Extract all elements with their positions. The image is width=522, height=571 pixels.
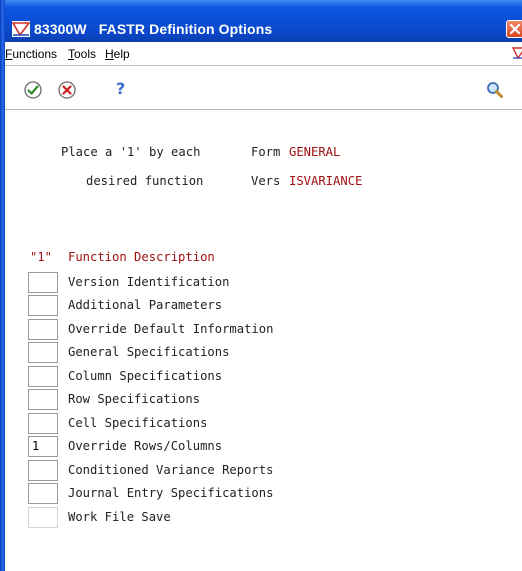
function-label: Additional Parameters — [68, 298, 223, 312]
selection-field-conditioned-variance-reports[interactable] — [28, 460, 58, 481]
column-header-description: Function Description — [68, 250, 215, 264]
function-label: Work File Save — [68, 510, 171, 524]
form-content: Place a '1' by each desired function For… — [5, 110, 522, 571]
menu-bar: Functions Tools Help — [5, 42, 522, 66]
check-circle-icon[interactable] — [23, 80, 43, 100]
menu-functions[interactable]: Functions — [5, 47, 57, 61]
vers-label: Vers — [251, 174, 281, 188]
menu-tools[interactable]: Tools — [68, 47, 96, 61]
close-button[interactable] — [506, 20, 522, 38]
selection-field-general-specifications[interactable] — [28, 342, 58, 363]
function-label: Journal Entry Specifications — [68, 486, 274, 500]
function-label: Conditioned Variance Reports — [68, 463, 274, 477]
vers-value: ISVARIANCE — [289, 174, 363, 188]
selection-field-override-default-information[interactable] — [28, 319, 58, 340]
app-logo-icon — [12, 21, 30, 37]
function-label: Override Default Information — [68, 322, 274, 336]
function-label: Version Identification — [68, 275, 230, 289]
function-label: General Specifications — [68, 345, 230, 359]
selection-field-journal-entry-specifications[interactable] — [28, 483, 58, 504]
instruction-line-2: desired function — [86, 174, 204, 188]
selection-field-override-rows-columns[interactable]: 1 — [28, 436, 58, 457]
window-title: 83300W FASTR Definition Options — [34, 21, 273, 37]
selection-field-additional-parameters[interactable] — [28, 295, 58, 316]
window-frame-left — [0, 0, 5, 571]
brand-logo-icon — [512, 47, 522, 60]
function-label: Column Specifications — [68, 369, 223, 383]
help-icon[interactable]: ? — [116, 79, 125, 98]
selection-field-column-specifications[interactable] — [28, 366, 58, 387]
form-value: GENERAL — [289, 145, 341, 159]
form-label: Form — [251, 145, 281, 159]
title-bar[interactable]: 83300W FASTR Definition Options — [0, 0, 522, 42]
x-circle-icon[interactable] — [57, 80, 77, 100]
close-icon — [509, 23, 521, 35]
app-window: 83300W FASTR Definition Options Function… — [0, 0, 522, 571]
selection-field-row-specifications[interactable] — [28, 389, 58, 410]
magnifier-icon[interactable] — [485, 80, 505, 100]
selection-field-work-file-save[interactable] — [28, 507, 58, 528]
function-label: Override Rows/Columns — [68, 439, 223, 453]
column-header-selection: "1" — [30, 250, 53, 264]
selection-field-version-identification[interactable] — [28, 272, 58, 293]
function-label: Row Specifications — [68, 392, 201, 406]
selection-field-cell-specifications[interactable] — [28, 413, 58, 434]
toolbar: ? — [5, 66, 522, 110]
menu-help[interactable]: Help — [105, 47, 130, 61]
function-label: Cell Specifications — [68, 416, 208, 430]
instruction-line-1: Place a '1' by each — [61, 145, 201, 159]
